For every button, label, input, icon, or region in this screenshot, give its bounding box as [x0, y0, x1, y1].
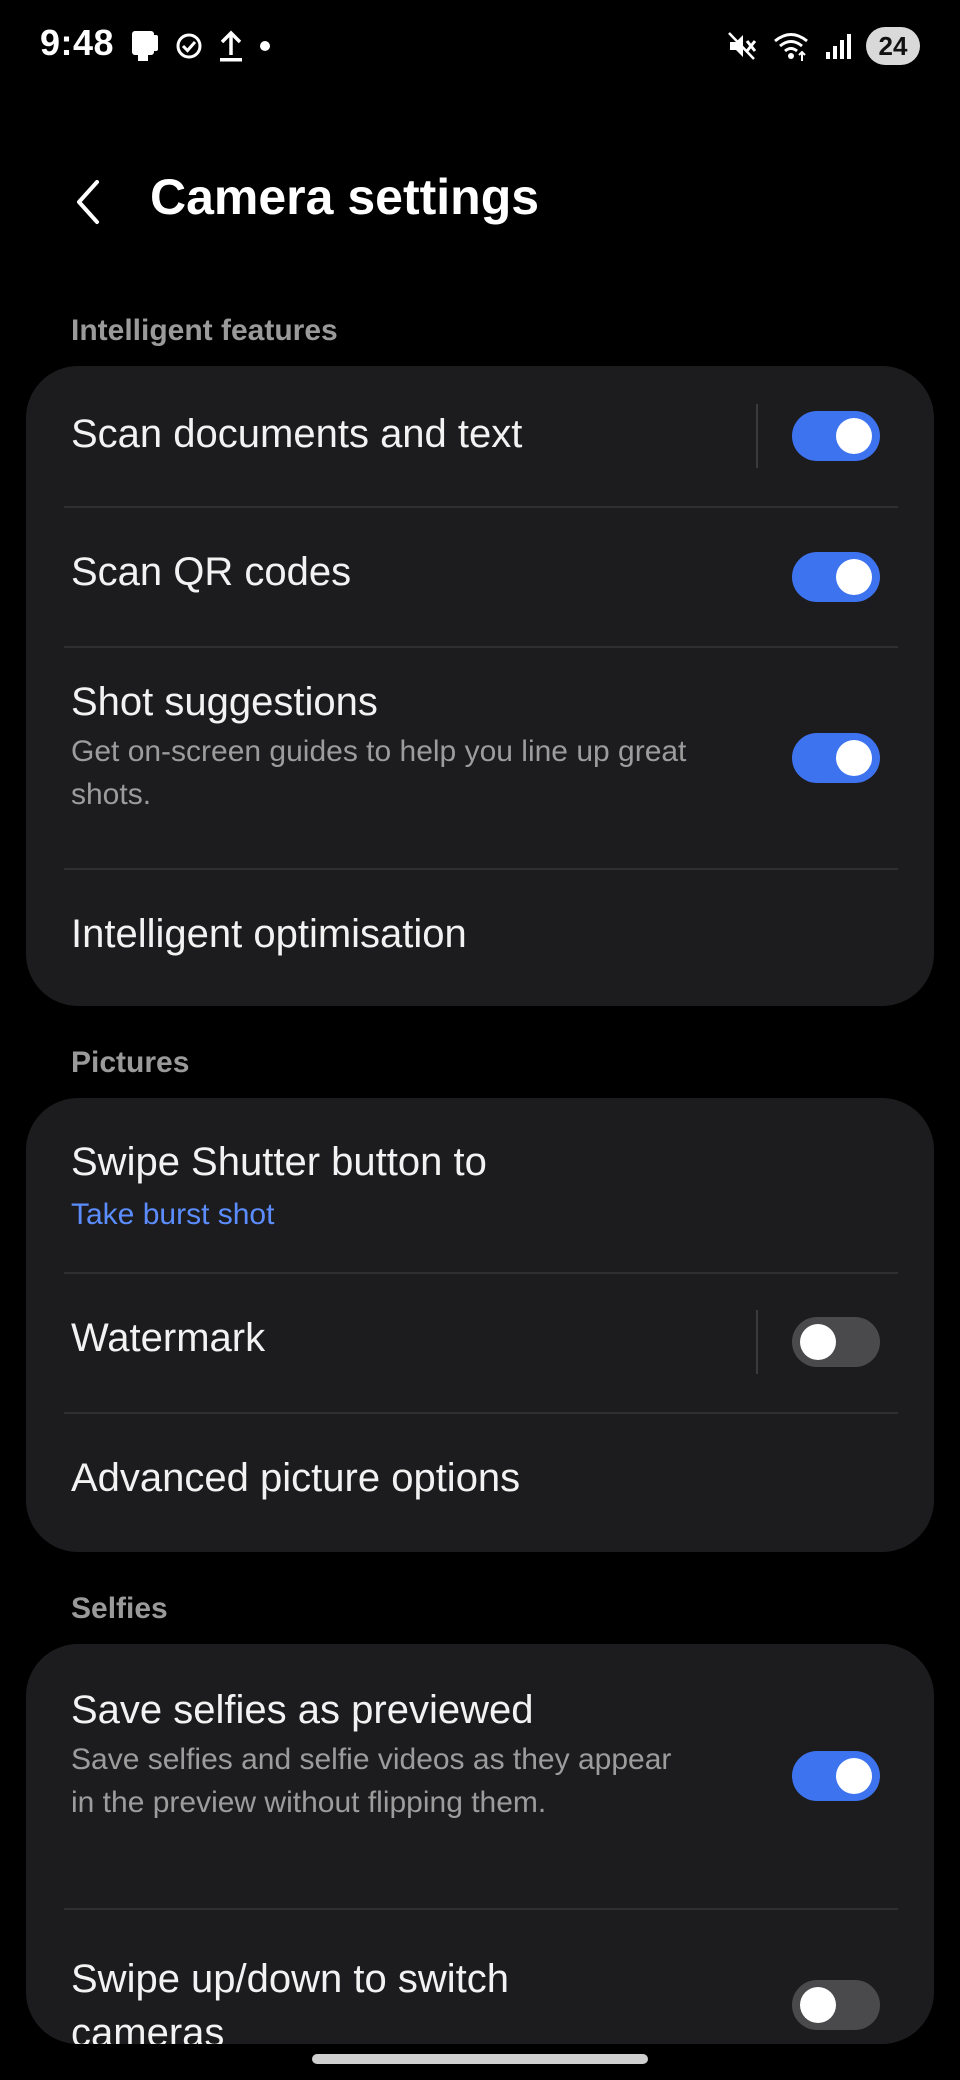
status-time: 9:48 — [40, 22, 115, 63]
scan-qr-toggle[interactable] — [792, 552, 880, 602]
setting-subtitle: Save selfies and selfie videos as they a… — [71, 1743, 672, 1819]
setting-shot-suggestions[interactable]: Shot suggestions Get on-screen guides to… — [26, 648, 934, 868]
setting-swipe-shutter[interactable]: Swipe Shutter button to Take burst shot — [26, 1098, 934, 1272]
app-header: Camera settings — [0, 150, 960, 244]
toggle-knob — [800, 1324, 836, 1360]
home-indicator[interactable] — [312, 2054, 648, 2064]
setting-scan-qr[interactable]: Scan QR codes — [26, 508, 934, 646]
vertical-separator — [756, 1310, 758, 1374]
toggle-knob — [836, 418, 872, 454]
setting-title: Scan documents and text — [71, 412, 523, 456]
setting-title: Save selfies as previewed — [71, 1688, 534, 1732]
setting-title: Swipe up/down to switch cameras — [71, 1957, 510, 2044]
setting-scan-documents[interactable]: Scan documents and text — [26, 366, 934, 506]
upload-icon — [218, 29, 244, 63]
check-circle-icon — [174, 31, 204, 61]
page-title: Camera settings — [150, 169, 540, 225]
swipe-switch-cameras-toggle[interactable] — [792, 1980, 880, 2030]
status-bar: 9:48 24 — [0, 0, 960, 92]
setting-title: Scan QR codes — [71, 550, 352, 594]
toggle-knob — [800, 1987, 836, 2023]
status-icons-left — [130, 26, 272, 66]
scan-documents-toggle[interactable] — [792, 411, 880, 461]
wifi-icon — [772, 30, 810, 62]
mute-icon — [726, 30, 758, 62]
setting-swipe-switch-cameras[interactable]: Swipe up/down to switch cameras — [26, 1910, 934, 2044]
section-header-selfies: Selfies — [71, 1592, 168, 1625]
setting-advanced-picture-options[interactable]: Advanced picture options — [26, 1414, 934, 1552]
toggle-knob — [836, 740, 872, 776]
vertical-separator — [756, 404, 758, 468]
setting-intelligent-optimisation[interactable]: Intelligent optimisation — [26, 870, 934, 1006]
card-pictures: Swipe Shutter button to Take burst shot … — [26, 1098, 934, 1552]
dot-icon — [258, 39, 272, 53]
card-selfies: Save selfies as previewed Save selfies a… — [26, 1644, 934, 2044]
setting-title: Watermark — [71, 1316, 266, 1360]
sim-card-icon — [130, 29, 160, 63]
setting-watermark[interactable]: Watermark — [26, 1274, 934, 1412]
chevron-left-icon — [73, 178, 103, 226]
setting-title: Swipe Shutter button to — [71, 1140, 487, 1184]
setting-value: Take burst shot — [71, 1198, 275, 1231]
status-icons-right: 24 — [726, 24, 920, 68]
setting-save-selfies-as-previewed[interactable]: Save selfies as previewed Save selfies a… — [26, 1644, 934, 1908]
section-header-pictures: Pictures — [71, 1046, 190, 1079]
toggle-knob — [836, 1758, 872, 1794]
signal-icon — [824, 31, 852, 61]
setting-title: Advanced picture options — [71, 1456, 521, 1500]
section-header-intelligent: Intelligent features — [71, 314, 338, 347]
setting-title: Shot suggestions — [71, 680, 378, 724]
setting-title: Intelligent optimisation — [71, 912, 467, 956]
save-selfies-toggle[interactable] — [792, 1751, 880, 1801]
watermark-toggle[interactable] — [792, 1317, 880, 1367]
battery-badge: 24 — [866, 27, 920, 65]
back-button[interactable] — [58, 172, 118, 232]
shot-suggestions-toggle[interactable] — [792, 733, 880, 783]
card-intelligent-features: Scan documents and text Scan QR codes Sh… — [26, 366, 934, 1006]
toggle-knob — [836, 559, 872, 595]
setting-subtitle: Get on-screen guides to help you line up… — [71, 735, 687, 811]
